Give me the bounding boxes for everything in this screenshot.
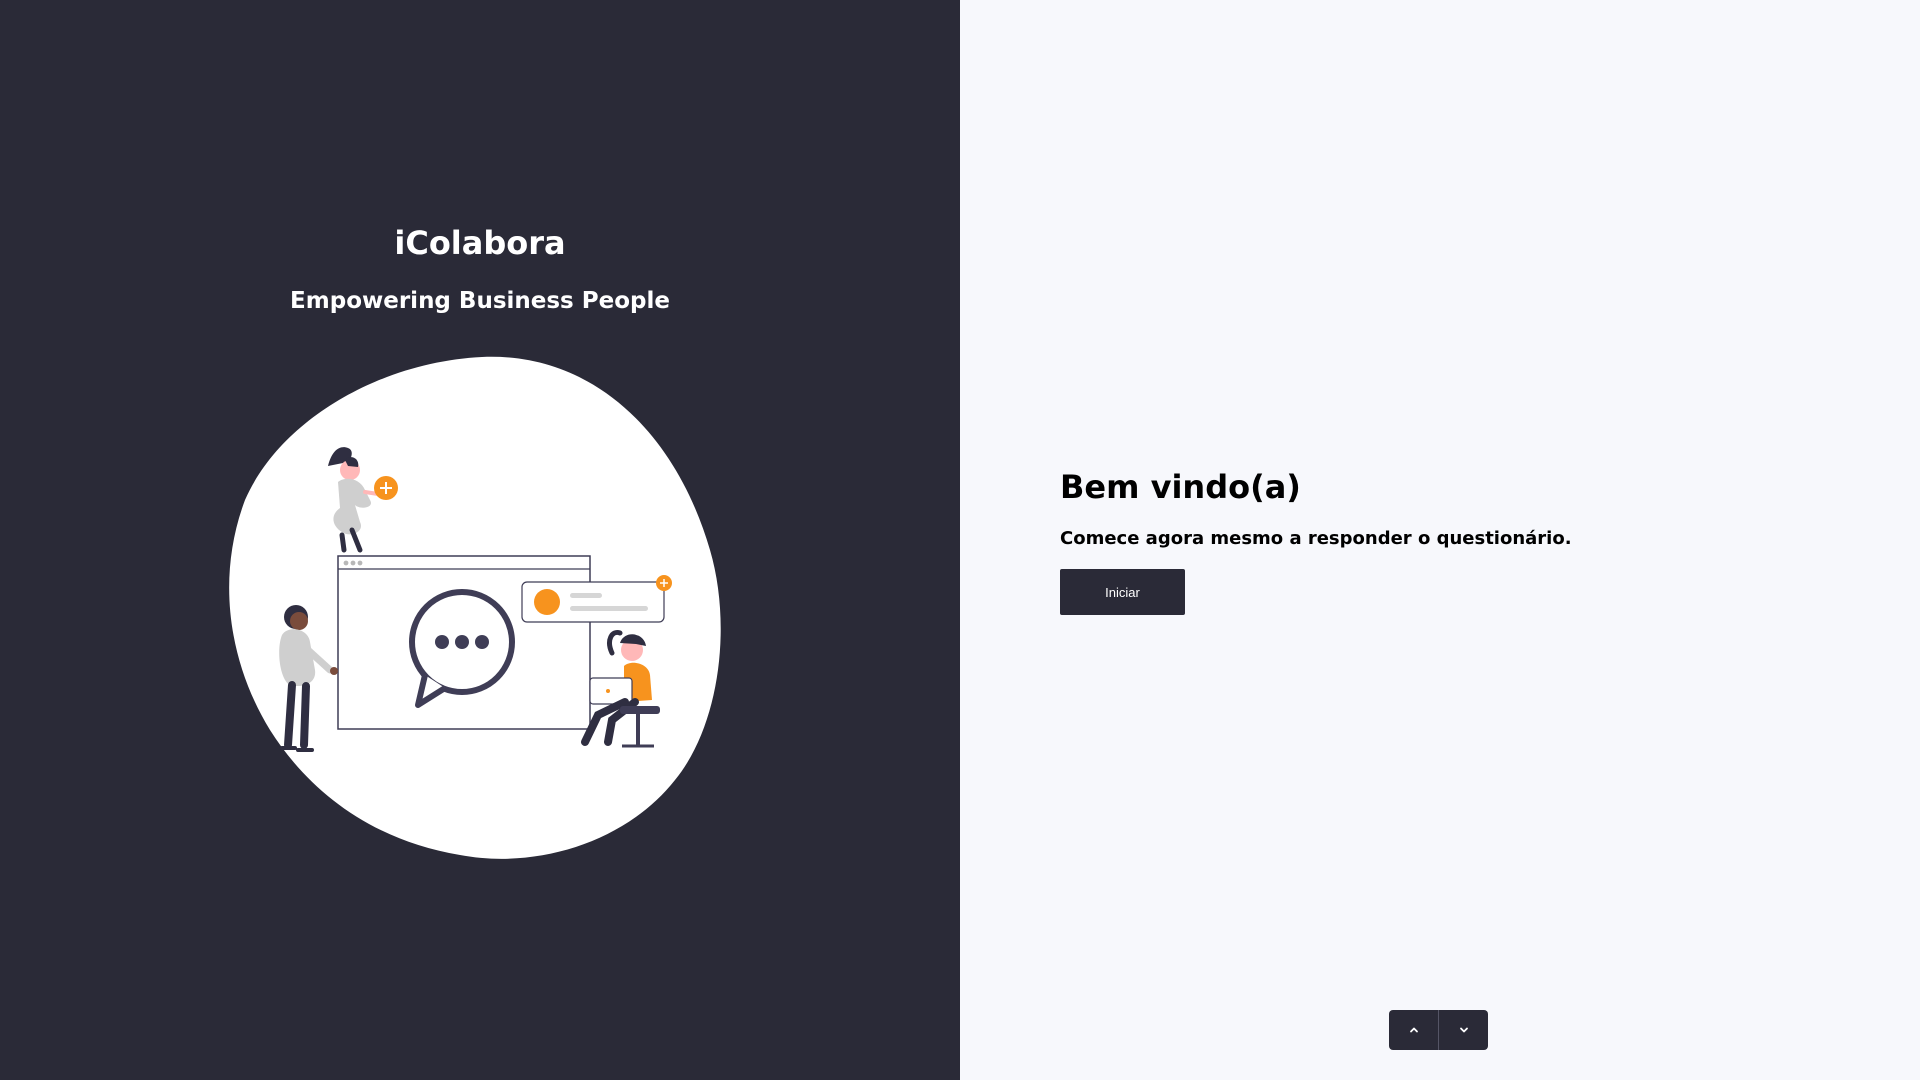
brand-panel: iColabora Empowering Business People: [0, 0, 960, 1080]
start-button[interactable]: Iniciar: [1060, 569, 1185, 615]
chevron-down-icon: [1459, 1027, 1468, 1033]
chevron-up-icon: [1409, 1027, 1418, 1033]
notification-card-graphic: [521, 575, 672, 623]
question-navigation: [1389, 1010, 1488, 1050]
welcome-title: Bem vindo(a): [1060, 468, 1301, 506]
welcome-subtitle: Comece agora mesmo a responder o questio…: [1060, 528, 1572, 549]
next-button[interactable]: [1438, 1010, 1488, 1050]
welcome-section: Bem vindo(a) Comece agora mesmo a respon…: [1060, 468, 1572, 615]
page: iColabora Empowering Business People Bem…: [0, 0, 1920, 1080]
content-panel: Bem vindo(a) Comece agora mesmo a respon…: [960, 0, 1920, 1080]
brand-title: iColabora: [394, 224, 566, 262]
collaboration-illustration: [229, 356, 721, 859]
previous-button[interactable]: [1389, 1010, 1438, 1050]
brand-tagline: Empowering Business People: [290, 288, 670, 314]
